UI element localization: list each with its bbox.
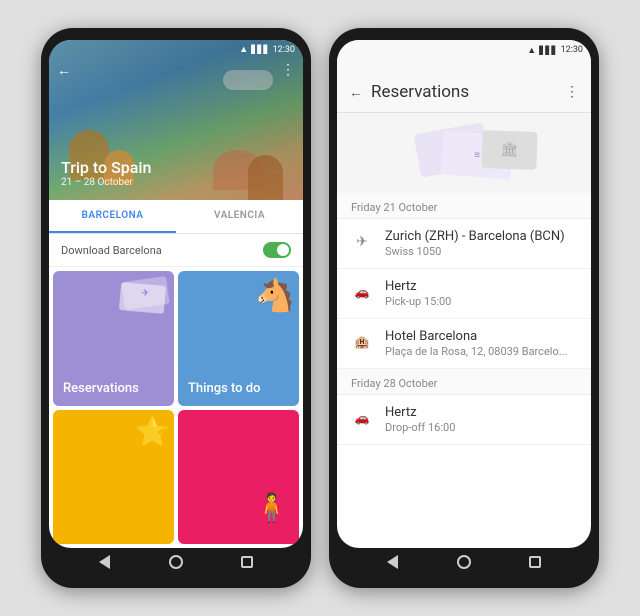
- tickets-illustration: ✈ ≡ 🏛: [337, 113, 591, 193]
- person-icon: 🧍: [254, 491, 289, 524]
- flight-content: Zurich (ZRH) - Barcelona (BCN) Swiss 105…: [385, 229, 577, 258]
- hero-more-button[interactable]: ⋮: [281, 62, 295, 78]
- trip-dates: 21 – 28 October: [61, 177, 151, 188]
- download-toggle[interactable]: [263, 242, 291, 258]
- wifi-icon-right: ▋▋▋: [539, 46, 557, 55]
- car-content-2: Hertz Drop-off 16:00: [385, 405, 577, 434]
- tab-valencia[interactable]: VALENCIA: [176, 200, 303, 233]
- time-left: 12:30: [273, 45, 295, 55]
- left-screen: ▲ ▋▋▋ 12:30 ← ⋮ Trip to Spain 21 – 28 Oc…: [49, 40, 303, 548]
- hotel-content: Hotel Barcelona Plaça de la Rosa, 12, 08…: [385, 329, 577, 358]
- tile-saved[interactable]: ⭐: [53, 410, 174, 545]
- car-icon-1: 🚗: [351, 281, 373, 303]
- hotel-subtitle: Plaça de la Rosa, 12, 08039 Barcelo...: [385, 345, 577, 358]
- signal-icon-right: ▲: [527, 45, 536, 56]
- right-phone: ▲ ▋▋▋ 12:30 ← Reservations ⋮ ✈ ≡ 🏛 Frida…: [329, 28, 599, 588]
- reservations-title: Reservations: [371, 82, 565, 102]
- hotel-item[interactable]: 🏨 Hotel Barcelona Plaça de la Rosa, 12, …: [337, 319, 591, 369]
- download-label: Download Barcelona: [61, 244, 162, 257]
- horse-icon: 🐴: [255, 276, 295, 314]
- car-title-2: Hertz: [385, 405, 577, 420]
- ticket-lines-icon: ≡: [474, 149, 481, 160]
- signal-icon: ▋▋▋: [251, 45, 269, 54]
- car-icon-2: 🚗: [351, 407, 373, 429]
- tile-reservations[interactable]: ✈ Reservations: [53, 271, 174, 406]
- tile-things-to-do[interactable]: 🐴 Things to do: [178, 271, 299, 406]
- nav-bar-right: [337, 548, 591, 576]
- res-more-button[interactable]: ⋮: [565, 84, 579, 100]
- status-bar-right: ▲ ▋▋▋ 12:30: [337, 40, 591, 60]
- reservations-list: Friday 21 October ✈ Zurich (ZRH) - Barce…: [337, 193, 591, 548]
- city-tabs: BARCELONA VALENCIA: [49, 200, 303, 234]
- tab-barcelona[interactable]: BARCELONA: [49, 200, 176, 233]
- car-subtitle-2: Drop-off 16:00: [385, 421, 577, 434]
- car-content-1: Hertz Pick-up 15:00: [385, 279, 577, 308]
- hotel-title: Hotel Barcelona: [385, 329, 577, 344]
- star-icon: ⭐: [135, 415, 170, 448]
- tile-reservations-label: Reservations: [63, 381, 139, 396]
- nav-home-button[interactable]: [167, 553, 185, 571]
- section-date-1: Friday 21 October: [337, 193, 591, 219]
- nav-back-button-right[interactable]: [384, 553, 402, 571]
- car-title-1: Hertz: [385, 279, 577, 294]
- ticket-visual-3: 🏛: [481, 130, 537, 170]
- flight-item[interactable]: ✈ Zurich (ZRH) - Barcelona (BCN) Swiss 1…: [337, 219, 591, 269]
- reservations-header: ← Reservations ⋮: [337, 60, 591, 113]
- flight-subtitle: Swiss 1050: [385, 245, 577, 258]
- hero-back-button[interactable]: ←: [57, 62, 71, 79]
- time-right: 12:30: [561, 45, 583, 55]
- nav-home-button-right[interactable]: [455, 553, 473, 571]
- car-item-1[interactable]: 🚗 Hertz Pick-up 15:00: [337, 269, 591, 319]
- download-row: Download Barcelona: [49, 234, 303, 267]
- nav-back-button[interactable]: [96, 553, 114, 571]
- ticket-building-icon: 🏛: [500, 142, 518, 159]
- tile-local[interactable]: 🧍: [178, 410, 299, 545]
- section-date-2: Friday 28 October: [337, 369, 591, 395]
- feature-grid: ✈ Reservations 🐴 Things to do ⭐ 🧍: [49, 267, 303, 548]
- nav-recent-button[interactable]: [238, 553, 256, 571]
- hotel-icon: 🏨: [351, 331, 373, 353]
- nav-recent-button-right[interactable]: [526, 553, 544, 571]
- hero-content: Trip to Spain 21 – 28 October: [61, 158, 151, 188]
- tile-things-label: Things to do: [188, 381, 260, 396]
- nav-bar-left: [49, 548, 303, 576]
- hero-image: ▲ ▋▋▋ 12:30 ← ⋮ Trip to Spain 21 – 28 Oc…: [49, 40, 303, 200]
- res-back-button[interactable]: ←: [349, 84, 363, 101]
- car-item-2[interactable]: 🚗 Hertz Drop-off 16:00: [337, 395, 591, 445]
- car-subtitle-1: Pick-up 15:00: [385, 295, 577, 308]
- trip-title: Trip to Spain: [61, 158, 151, 177]
- wifi-icon: ▲: [239, 44, 248, 55]
- flight-icon: ✈: [351, 231, 373, 253]
- flight-title: Zurich (ZRH) - Barcelona (BCN): [385, 229, 577, 244]
- left-phone: ▲ ▋▋▋ 12:30 ← ⋮ Trip to Spain 21 – 28 Oc…: [41, 28, 311, 588]
- right-screen: ▲ ▋▋▋ 12:30 ← Reservations ⋮ ✈ ≡ 🏛 Frida…: [337, 40, 591, 548]
